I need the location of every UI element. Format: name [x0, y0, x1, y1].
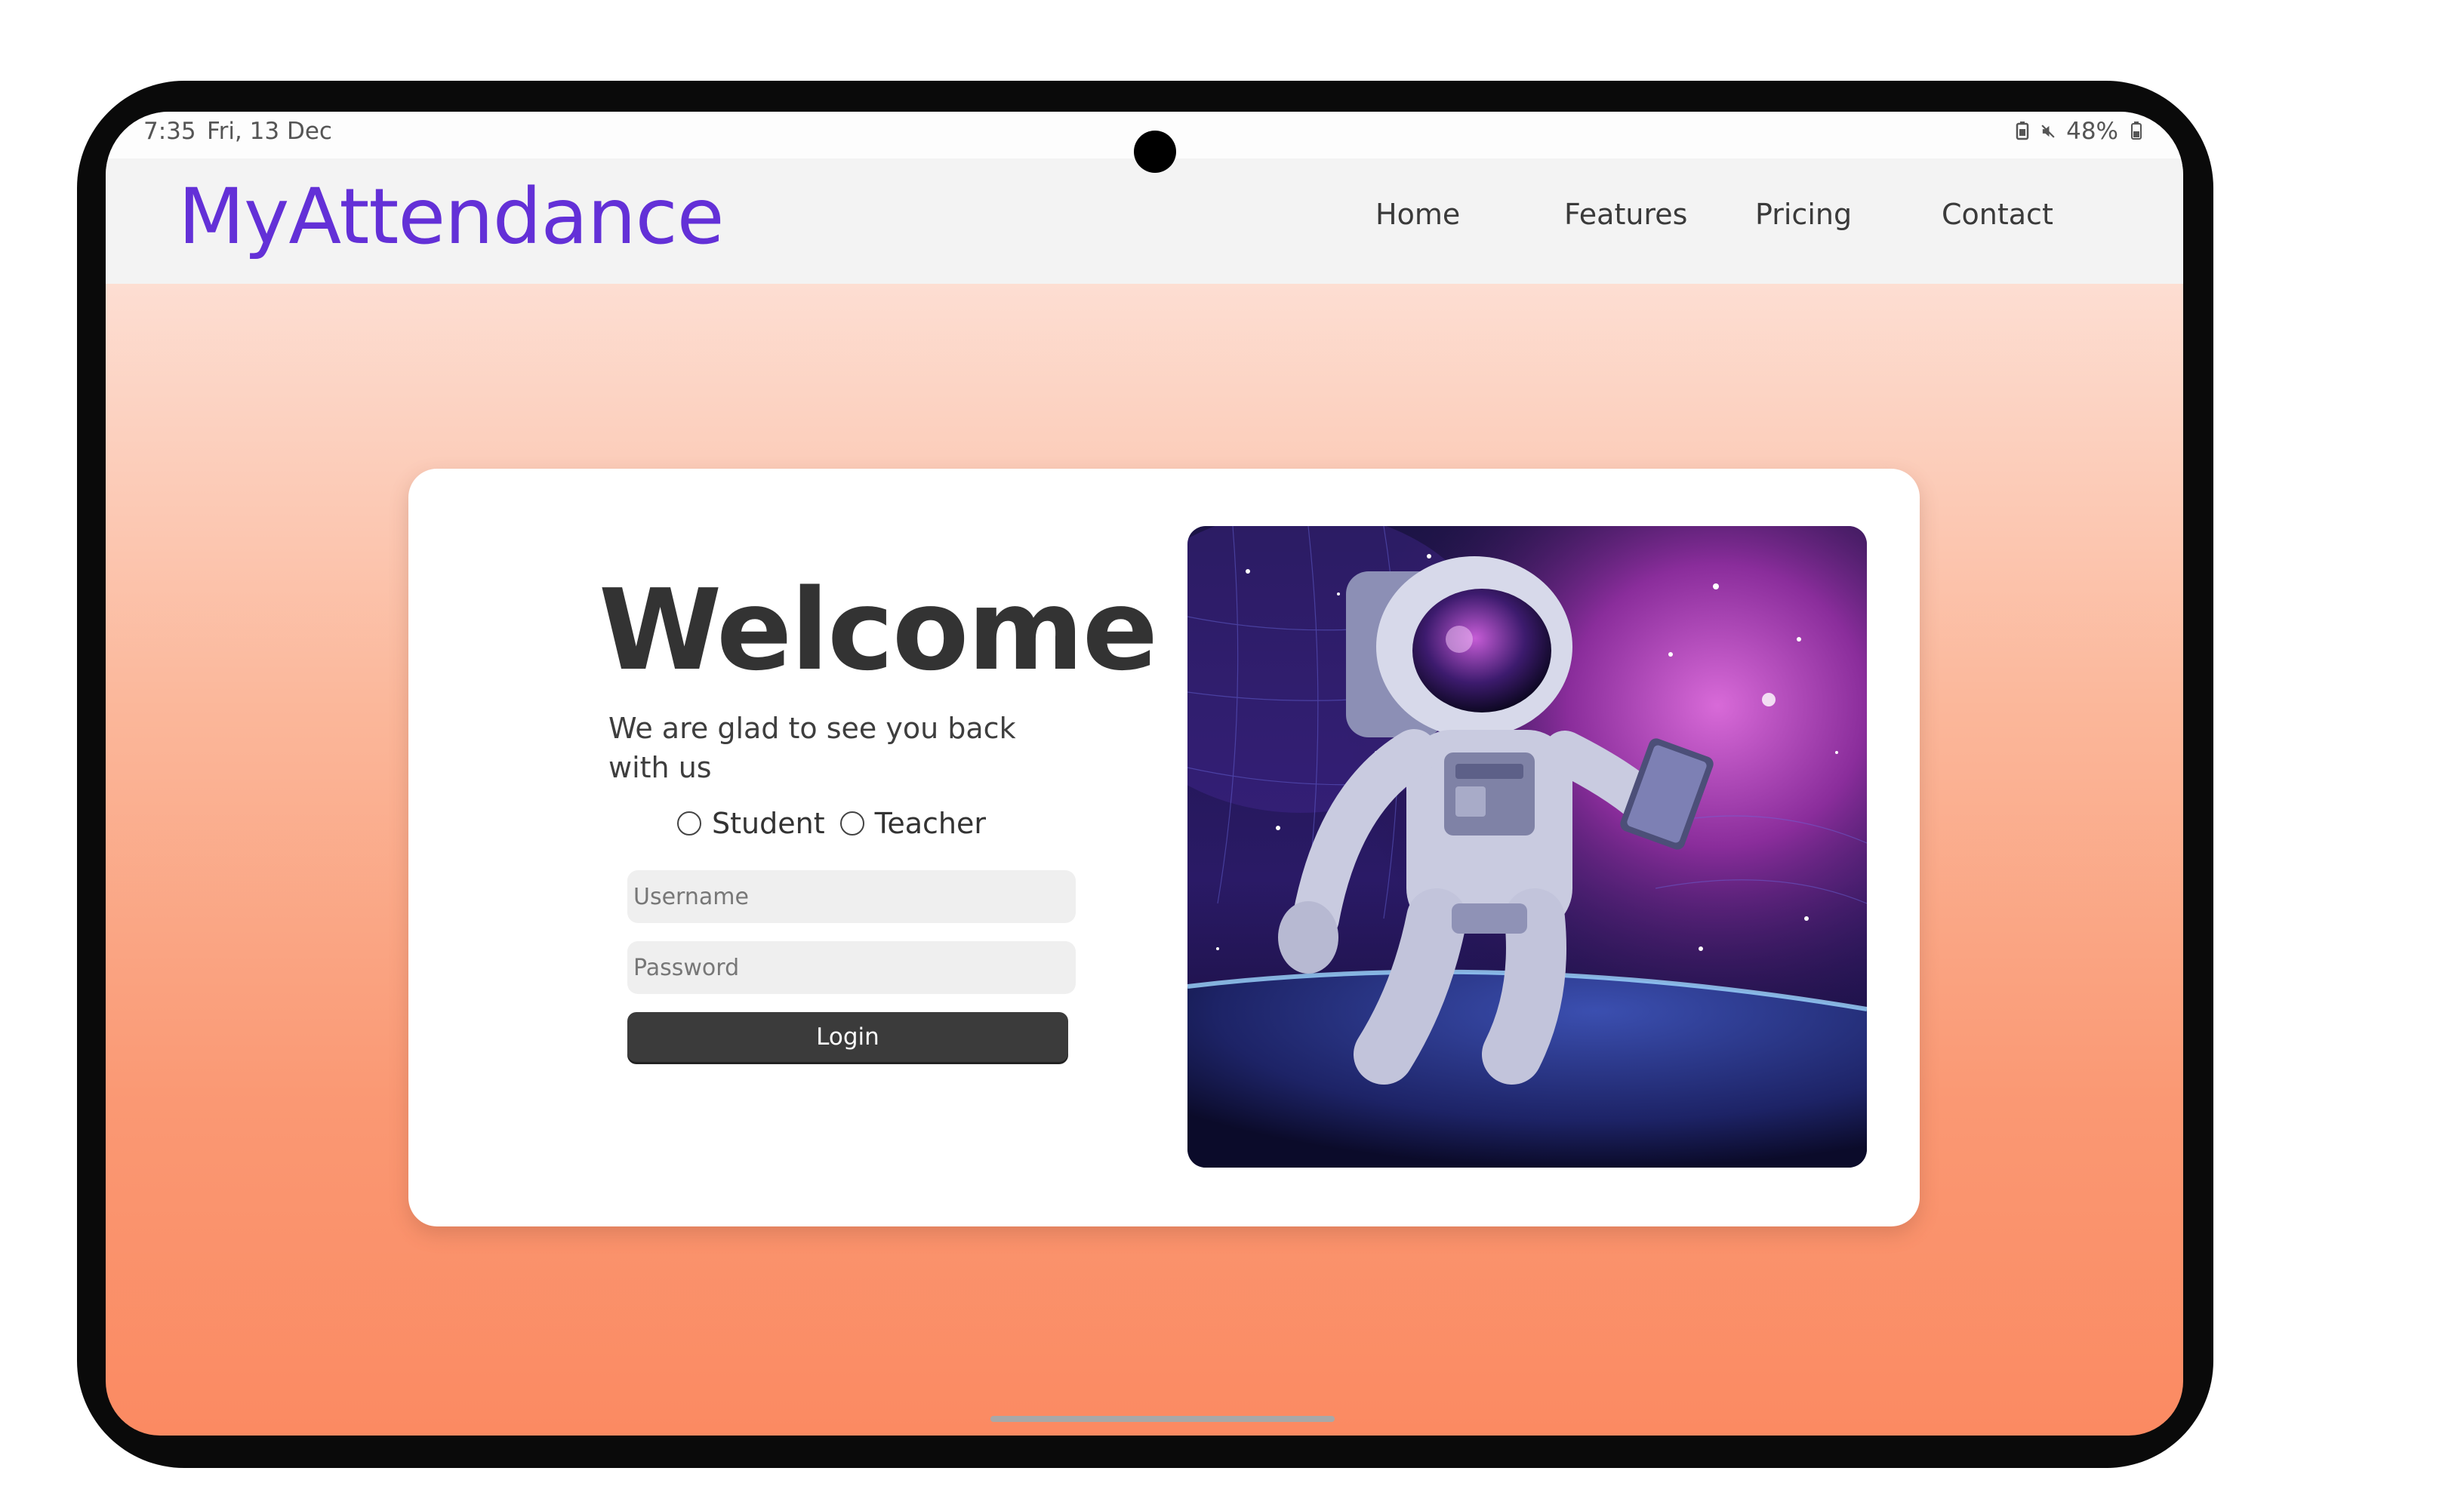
- navbar: MyAttendance Home Features Pricing Conta…: [106, 158, 2183, 284]
- student-label: Student: [712, 807, 825, 840]
- nav-link-home[interactable]: Home: [1375, 198, 1460, 231]
- login-button[interactable]: Login: [627, 1012, 1068, 1062]
- username-input[interactable]: [627, 870, 1076, 923]
- login-card: Welcome We are glad to see you back with…: [408, 469, 1920, 1226]
- battery-saver-icon: [2016, 122, 2029, 140]
- welcome-heading: Welcome: [599, 565, 1158, 695]
- astronaut-illustration: [1187, 526, 1867, 1168]
- teacher-label: Teacher: [874, 807, 986, 840]
- teacher-radio[interactable]: [839, 811, 864, 836]
- welcome-subtitle: We are glad to see you back with us: [608, 712, 1016, 784]
- nav-link-pricing[interactable]: Pricing: [1755, 198, 1852, 231]
- nav-link-features[interactable]: Features: [1564, 198, 1687, 231]
- screen: 7:35 Fri, 13 Dec 48% MyAttendance Home F…: [106, 112, 2183, 1436]
- status-date: Fri, 13 Dec: [207, 118, 332, 145]
- astronaut-image: [1187, 526, 1867, 1168]
- student-radio[interactable]: [677, 811, 701, 836]
- home-indicator[interactable]: [990, 1416, 1335, 1422]
- mute-icon: [2041, 125, 2055, 138]
- battery-percent: 48%: [2066, 118, 2118, 145]
- nav-link-contact[interactable]: Contact: [1942, 198, 2053, 231]
- password-input[interactable]: [627, 941, 1076, 994]
- status-time: 7:35: [143, 118, 196, 145]
- role-selector: Student Teacher: [677, 807, 1001, 840]
- brand-logo[interactable]: MyAttendance: [178, 172, 724, 262]
- front-camera: [1134, 131, 1176, 173]
- battery-icon: [2131, 122, 2142, 140]
- status-icons: 48%: [2015, 118, 2144, 145]
